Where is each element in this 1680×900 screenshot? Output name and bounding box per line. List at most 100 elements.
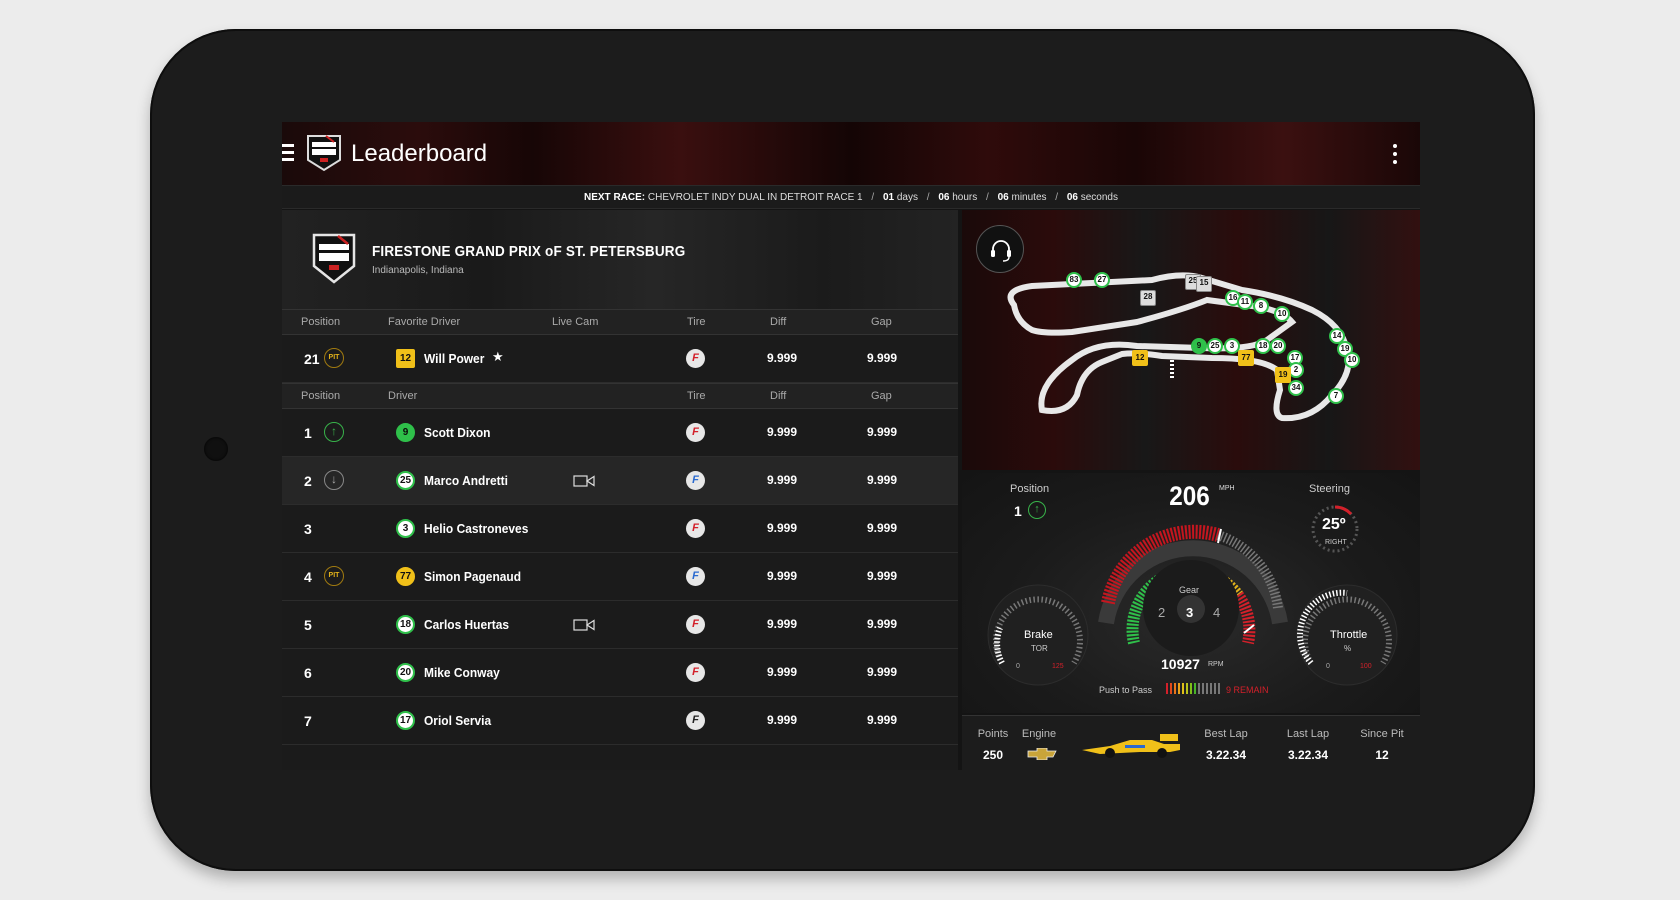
- push-to-pass-bar: [1202, 683, 1204, 694]
- track-marker[interactable]: 9: [1191, 338, 1207, 354]
- driver-stats-bar: Points 250 Engine Best Lap 3.22.34 Last …: [962, 715, 1420, 770]
- gap: 9.999: [866, 425, 898, 439]
- track-marker[interactable]: 34: [1288, 380, 1304, 396]
- gap: 9.999: [866, 713, 898, 727]
- car-telemetry: Position 1 ↑ 206 MPH Steering 25º RIGHT: [962, 473, 1420, 713]
- throttle-unit: %: [1344, 644, 1352, 653]
- hours-unit: hours: [952, 192, 978, 203]
- table-row[interactable]: 3 3 Helio Castroneves F 9.999 9.999: [282, 505, 958, 553]
- hours-value: 06: [938, 192, 950, 203]
- table-row[interactable]: 7 17 Oriol Servia F 9.999 9.999: [282, 697, 958, 745]
- push-to-pass-bar: [1178, 683, 1180, 694]
- track-marker[interactable]: 10: [1274, 306, 1290, 322]
- brake-max: 125: [1052, 663, 1064, 670]
- col-diff: Diff: [770, 316, 787, 328]
- steering-value: 25º: [1322, 516, 1346, 533]
- page-title: Leaderboard: [351, 140, 488, 167]
- track-marker[interactable]: 25: [1207, 338, 1223, 354]
- col-live-cam: Live Cam: [552, 316, 599, 328]
- gap: 9.999: [866, 665, 898, 679]
- last-lap-value: 3.22.34: [1287, 748, 1329, 762]
- gap: 9.999: [866, 473, 898, 487]
- table-row[interactable]: 2 ↓ 25 Marco Andretti F 9.999 9.999: [282, 457, 958, 505]
- gear-current: 3: [1186, 605, 1194, 620]
- days-value: 01: [882, 192, 895, 203]
- track-map[interactable]: 83 27 28 25 15 16 11 8 10 14 19 10 9 25 3 77 18 20 17 2 19 34…: [962, 210, 1420, 470]
- track-marker[interactable]: 8: [1253, 298, 1269, 314]
- table-row[interactable]: 6 20 Mike Conway F 9.999 9.999: [282, 649, 958, 697]
- speed-value: 206: [1169, 481, 1210, 511]
- tire-icon: F: [686, 711, 705, 730]
- push-to-pass-bar: [1194, 683, 1196, 694]
- leaderboard-panel: FIRESTONE GRAND PRIX oF ST. PETERSBURG I…: [282, 210, 958, 770]
- app-screen: Leaderboard NEXT RACE: CHEVROLET INDY DU…: [282, 122, 1420, 770]
- col-position: Position: [301, 390, 341, 402]
- gear-prev: 2: [1158, 605, 1166, 620]
- minutes-unit: minutes: [1011, 192, 1047, 203]
- push-to-pass-bar: [1166, 683, 1168, 694]
- table-row[interactable]: 4 PIT 77 Simon Pagenaud F 9.999 9.999: [282, 553, 958, 601]
- position: 5: [304, 617, 312, 633]
- col-favorite-driver: Favorite Driver: [388, 316, 461, 328]
- col-gap: Gap: [871, 390, 892, 402]
- throttle-label: Throttle: [1330, 629, 1368, 641]
- track-marker[interactable]: 28: [1140, 290, 1156, 306]
- position: 4: [304, 569, 312, 585]
- track-marker[interactable]: 15: [1196, 276, 1212, 292]
- last-lap-label: Last Lap: [1286, 728, 1330, 740]
- days-unit: days: [896, 192, 918, 203]
- position: 6: [304, 665, 312, 681]
- car-number: 18: [396, 615, 415, 634]
- push-to-pass-bar: [1210, 683, 1212, 694]
- car-number: 20: [396, 663, 415, 682]
- tire-icon: F: [686, 567, 705, 586]
- table-row[interactable]: 5 18 Carlos Huertas F 9.999 9.999: [282, 601, 958, 649]
- tire-icon: F: [686, 519, 705, 538]
- push-to-pass-bar: [1218, 683, 1220, 694]
- since-pit-value: 12: [1375, 748, 1389, 762]
- throttle-max: 100: [1360, 663, 1372, 670]
- favorite-driver-row[interactable]: 21 PIT 12 Will Power ★ F 9.999 9.999: [282, 335, 958, 383]
- car-number: 25: [396, 471, 415, 490]
- track-marker[interactable]: 83: [1066, 272, 1082, 288]
- best-lap-label: Best Lap: [1204, 728, 1248, 740]
- push-to-pass-bar: [1170, 683, 1172, 694]
- camera-icon[interactable]: [573, 619, 595, 631]
- driver-name: Scott Dixon: [424, 425, 491, 440]
- track-marker[interactable]: 77: [1238, 350, 1254, 366]
- tire-icon: F: [686, 663, 705, 682]
- best-lap-value: 3.22.34: [1205, 748, 1247, 762]
- track-marker[interactable]: 7: [1328, 388, 1344, 404]
- driver-name: Marco Andretti: [424, 473, 508, 488]
- throttle-min: 0: [1326, 663, 1330, 670]
- diff: 9.999: [766, 569, 798, 583]
- chevrolet-logo: [1027, 748, 1057, 760]
- push-to-pass-bar: [1214, 683, 1216, 694]
- diff: 9.999: [766, 617, 798, 631]
- track-marker[interactable]: 20: [1270, 338, 1286, 354]
- menu-icon[interactable]: [282, 144, 294, 162]
- tire-icon: F: [686, 349, 705, 368]
- col-driver: Driver: [388, 390, 418, 402]
- minutes-value: 06: [997, 192, 1009, 203]
- push-to-pass-bar: [1186, 683, 1188, 694]
- track-marker[interactable]: 11: [1237, 294, 1253, 310]
- position-down-icon: ↓: [324, 470, 344, 490]
- track-marker[interactable]: 18: [1255, 338, 1271, 354]
- table-row-partial: [282, 745, 958, 770]
- track-marker[interactable]: 12: [1132, 350, 1148, 366]
- track-marker[interactable]: 19: [1275, 367, 1291, 383]
- table-row[interactable]: 1 ↑ 9 Scott Dixon F 9.999 9.999: [282, 409, 958, 457]
- car-number: 77: [396, 567, 415, 586]
- push-to-pass-bar: [1206, 683, 1208, 694]
- tablet-camera: [204, 437, 228, 461]
- track-marker[interactable]: 27: [1094, 272, 1110, 288]
- gap: 9.999: [866, 521, 898, 535]
- track-marker[interactable]: 10: [1344, 352, 1360, 368]
- seconds-unit: seconds: [1080, 192, 1118, 203]
- engine-label: Engine: [1021, 728, 1057, 740]
- camera-icon[interactable]: [573, 475, 595, 487]
- overflow-menu-icon[interactable]: [1392, 144, 1398, 164]
- star-icon[interactable]: ★: [492, 349, 504, 365]
- seconds-value: 06: [1066, 192, 1078, 203]
